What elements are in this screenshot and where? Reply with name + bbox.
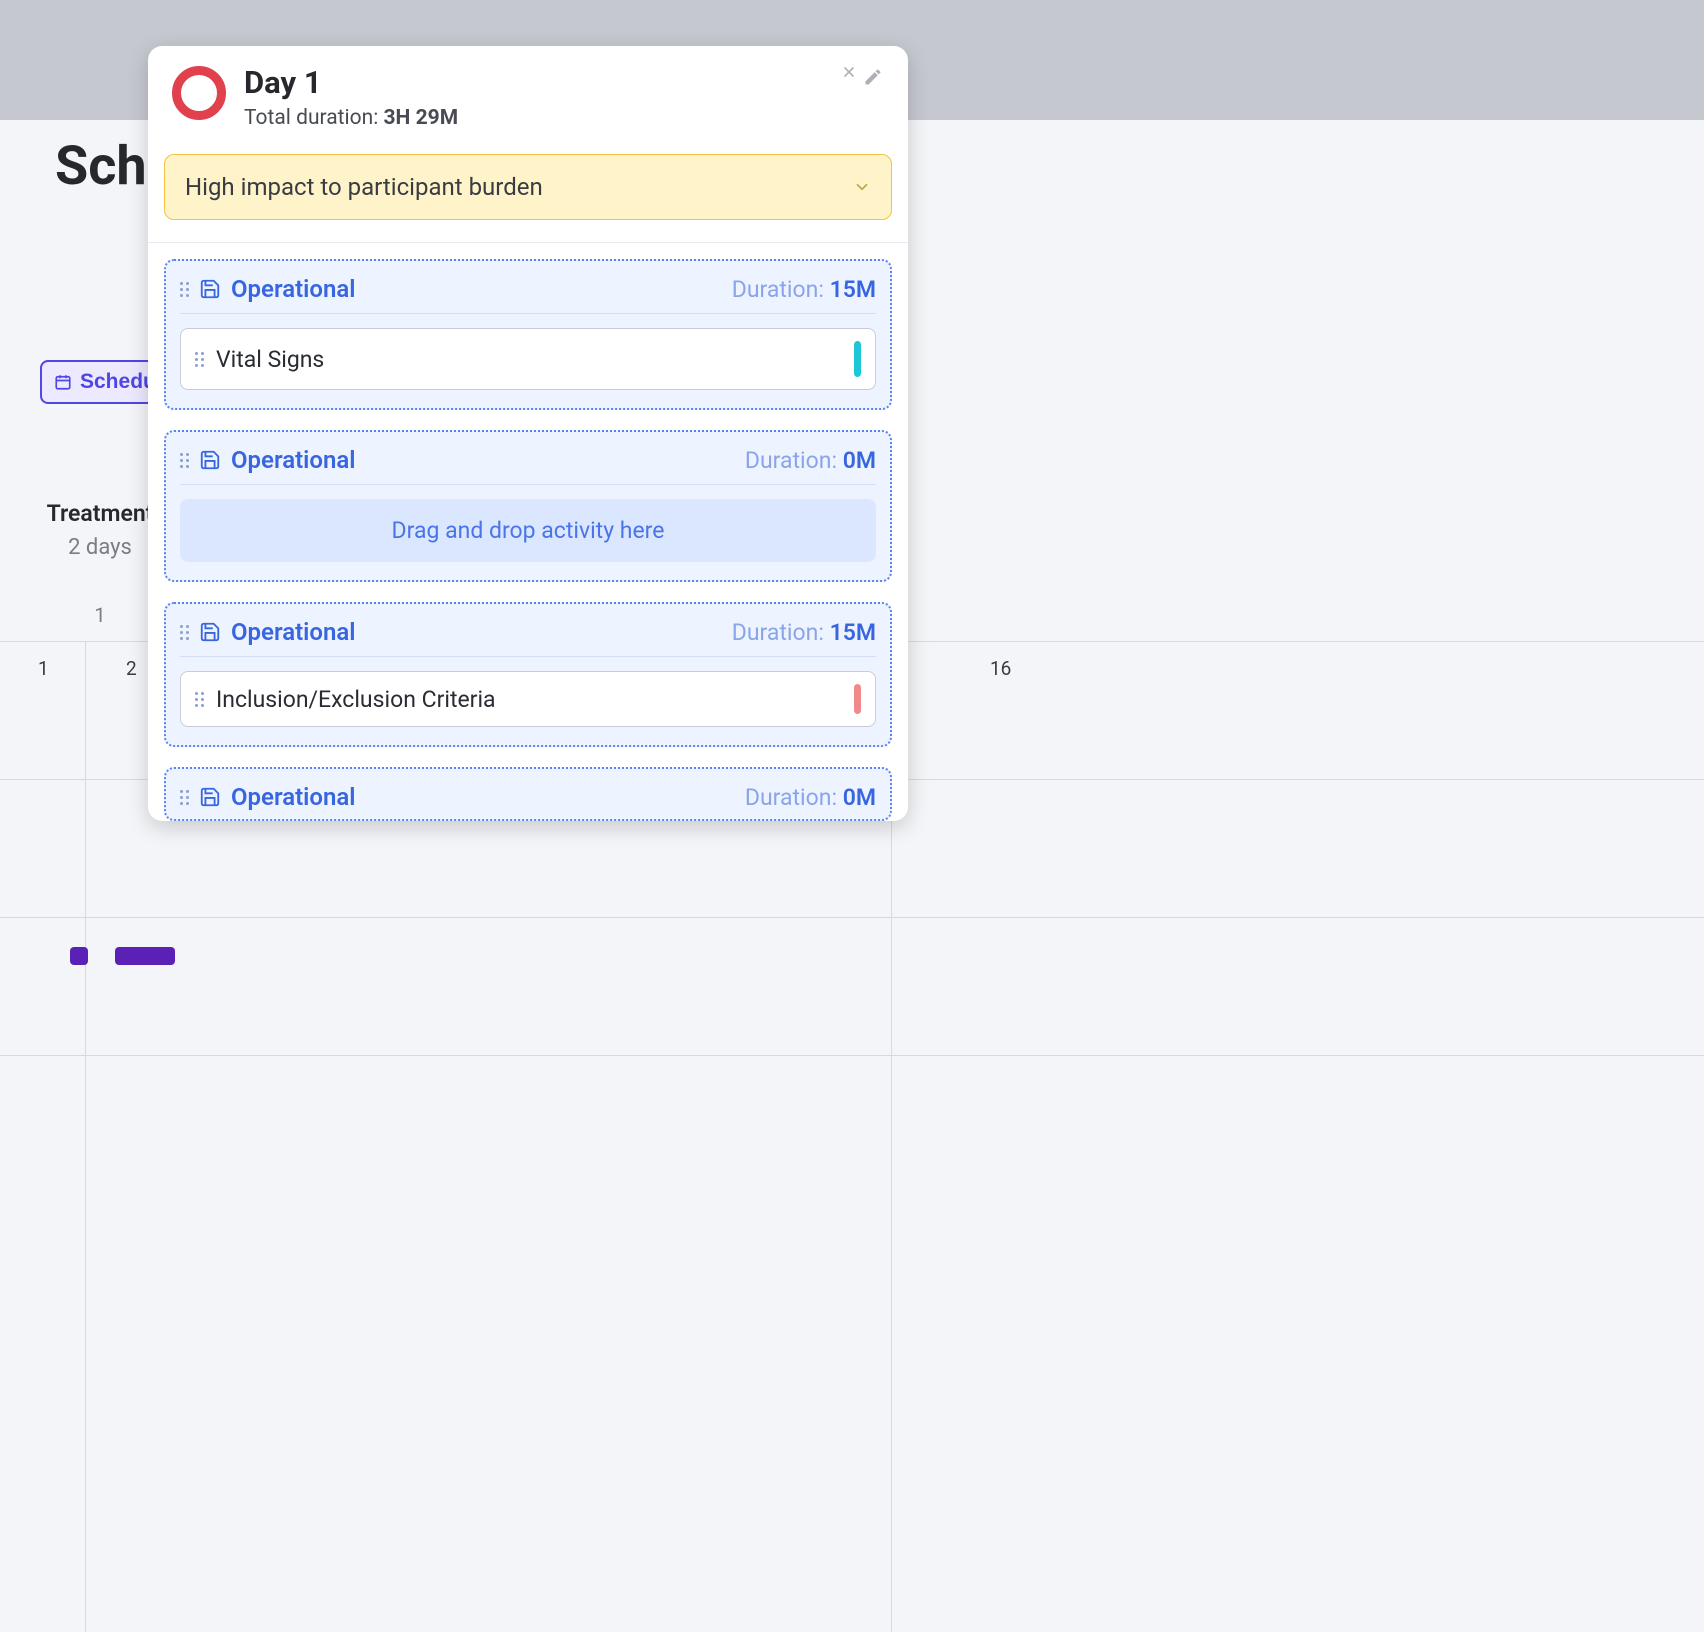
grid-cell-16: 16	[990, 657, 1011, 680]
day-detail-panel: Day 1 Total duration: 3H 29M High impact…	[148, 46, 908, 821]
activity-block[interactable]: Operational Duration: 15M Vital Signs	[164, 259, 892, 410]
activity-item[interactable]: Inclusion/Exclusion Criteria	[180, 671, 876, 727]
drag-handle-icon[interactable]	[180, 625, 189, 640]
column-sub-number: 1	[40, 603, 160, 627]
block-duration: Duration: 0M	[745, 447, 876, 474]
page-backdrop: Sch Schedul Treatment 2 days 1 1 2 16 D	[0, 0, 1704, 1632]
panel-title: Day 1	[244, 66, 840, 100]
drag-handle-icon[interactable]	[180, 453, 189, 468]
alert-message: High impact to participant burden	[185, 173, 543, 201]
column-header: Treatment 2 days	[40, 500, 160, 560]
block-category: Operational	[231, 275, 722, 303]
edit-icon[interactable]	[862, 66, 884, 88]
activity-marker	[854, 684, 861, 714]
activity-block[interactable]: Operational Duration: 0M	[164, 767, 892, 821]
grid-cell-1: 1	[38, 657, 49, 680]
dropzone[interactable]: Drag and drop activity here	[180, 499, 876, 562]
save-icon	[199, 621, 221, 643]
grid-cell-2: 2	[126, 657, 137, 680]
block-duration: Duration: 15M	[732, 619, 876, 646]
chevron-down-icon	[853, 178, 871, 196]
panel-duration: Total duration: 3H 29M	[244, 106, 840, 130]
activity-name: Vital Signs	[216, 346, 842, 373]
drag-handle-icon[interactable]	[195, 352, 204, 367]
panel-header: Day 1 Total duration: 3H 29M	[148, 46, 908, 144]
gantt-bar[interactable]	[70, 947, 88, 965]
drag-handle-icon[interactable]	[195, 692, 204, 707]
burden-alert[interactable]: High impact to participant burden	[164, 154, 892, 220]
activity-marker	[854, 341, 861, 377]
column-subtitle: 2 days	[40, 535, 160, 560]
close-icon[interactable]	[838, 61, 860, 83]
gantt-bar[interactable]	[115, 947, 175, 965]
save-icon	[199, 278, 221, 300]
save-icon	[199, 786, 221, 808]
activity-block[interactable]: Operational Duration: 0M Drag and drop a…	[164, 430, 892, 582]
block-category: Operational	[231, 618, 722, 646]
block-duration: Duration: 15M	[732, 276, 876, 303]
column-title: Treatment	[40, 500, 160, 527]
status-ring-icon	[172, 66, 226, 120]
block-duration: Duration: 0M	[745, 784, 876, 811]
calendar-icon	[54, 373, 72, 391]
activity-block[interactable]: Operational Duration: 15M Inclusion/Excl…	[164, 602, 892, 747]
activity-name: Inclusion/Exclusion Criteria	[216, 686, 842, 713]
drag-handle-icon[interactable]	[180, 282, 189, 297]
blocks-container: Operational Duration: 15M Vital Signs	[148, 243, 908, 821]
block-category: Operational	[231, 783, 735, 811]
page-heading-fragment: Sch	[55, 135, 147, 198]
save-icon	[199, 449, 221, 471]
block-category: Operational	[231, 446, 735, 474]
activity-item[interactable]: Vital Signs	[180, 328, 876, 390]
drag-handle-icon[interactable]	[180, 790, 189, 805]
